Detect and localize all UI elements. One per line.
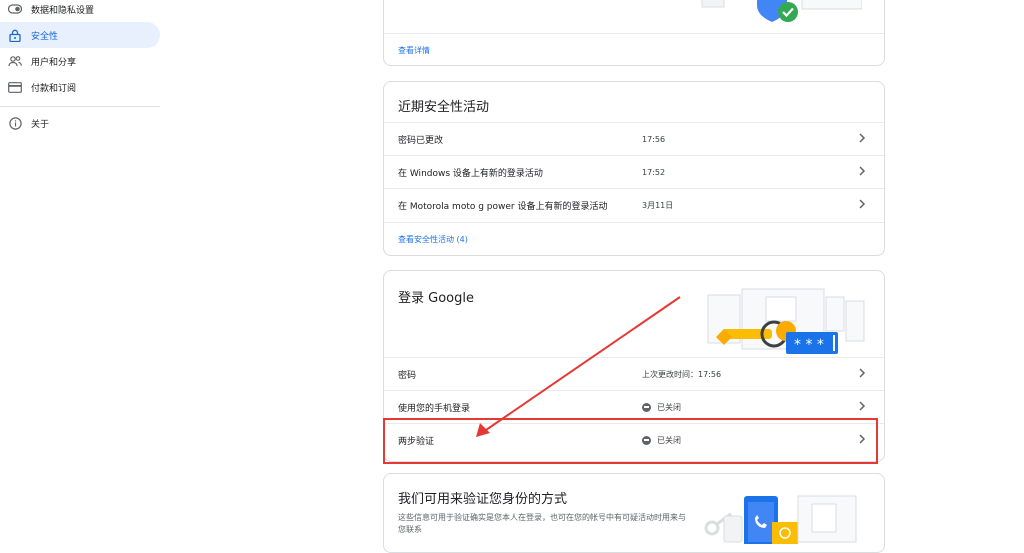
password-last-changed: 上次更改时间：17:56: [642, 369, 722, 379]
verify-illustration: [704, 495, 857, 544]
lock-icon: [8, 28, 22, 42]
card-title: 我们可用来验证您身份的方式: [398, 492, 568, 507]
chevron-right-icon: [858, 166, 866, 179]
sidebar-item-label: 付款和订阅: [31, 83, 77, 94]
view-details-link[interactable]: 查看详情: [398, 45, 430, 56]
two-step-verification-status: 已关闭: [642, 435, 681, 446]
chevron-right-icon: [858, 434, 866, 447]
credit-card-icon: [8, 80, 22, 94]
sidebar-item-people-sharing[interactable]: 用户和分享: [0, 48, 160, 74]
two-step-verification-row[interactable]: 两步验证 已关闭: [384, 423, 884, 456]
sidebar-item-data-privacy[interactable]: 数据和隐私设置: [0, 0, 160, 22]
password-row[interactable]: 密码 上次更改时间：17:56: [384, 357, 884, 390]
status-text: 已关闭: [657, 435, 681, 445]
sidebar-item-label: 数据和隐私设置: [31, 5, 95, 16]
toggle-icon: [8, 2, 22, 16]
card-title: 近期安全性活动: [398, 100, 490, 115]
off-status-icon: [642, 402, 651, 412]
verify-identity-card: 我们可用来验证您身份的方式 这些信息可用于验证确实是您本人在登录，也可在您的帐号…: [383, 473, 885, 553]
activity-time: 17:56: [642, 134, 666, 144]
sidebar-item-label: 用户和分享: [31, 57, 77, 68]
phone-signin-row[interactable]: 使用您的手机登录 已关闭: [384, 390, 884, 423]
activity-row[interactable]: 在 Windows 设备上有新的登录活动 17:52: [384, 155, 884, 188]
phone-signin-label: 使用您的手机登录: [398, 403, 471, 414]
signin-illustration: * * *: [707, 288, 865, 354]
activity-time: 3月11日: [642, 200, 674, 210]
activity-label: 在 Windows 设备上有新的登录活动: [398, 168, 543, 179]
activity-time: 17:52: [642, 167, 666, 177]
sidebar-divider: [0, 106, 160, 107]
verify-description: 这些信息可用于验证确实是您本人在登录，也可在您的帐号中有可疑活动时用来与您联系: [398, 513, 686, 534]
activity-label: 在 Motorola moto g power 设备上有新的登录活动: [398, 201, 608, 212]
sidebar-item-label: 安全性: [31, 31, 59, 42]
card-title: 登录 Google: [398, 291, 474, 306]
signin-google-card: 登录 Google * * * 密码 上次更改时间：17:56 使用您的手机登录…: [383, 270, 885, 462]
activity-label: 密码已更改: [398, 135, 444, 146]
sidebar-item-about[interactable]: 关于: [0, 110, 160, 136]
chevron-right-icon: [858, 368, 866, 381]
security-checkup-card: 查看详情: [383, 0, 885, 66]
two-step-verification-label: 两步验证: [398, 436, 435, 447]
password-label: 密码: [398, 370, 417, 381]
chevron-right-icon: [858, 133, 866, 146]
card-divider: [384, 33, 884, 34]
status-text: 已关闭: [657, 402, 681, 412]
security-illustration: [701, 0, 862, 22]
sidebar-item-label: 关于: [31, 119, 50, 130]
activity-row[interactable]: 在 Motorola moto g power 设备上有新的登录活动 3月11日: [384, 188, 884, 221]
sidebar-item-security[interactable]: 安全性: [0, 22, 160, 48]
off-status-icon: [642, 435, 651, 445]
chevron-right-icon: [858, 199, 866, 212]
chevron-right-icon: [858, 401, 866, 414]
recent-activity-card: 近期安全性活动 密码已更改 17:56 在 Windows 设备上有新的登录活动…: [383, 81, 885, 256]
activity-row[interactable]: 密码已更改 17:56: [384, 122, 884, 155]
phone-signin-status: 已关闭: [642, 402, 681, 413]
people-icon: [8, 54, 22, 68]
card-divider: [384, 222, 884, 223]
info-icon: [8, 116, 22, 130]
svg-text:* * *: * * *: [794, 337, 824, 353]
sidebar: 数据和隐私设置 安全性 用户和分享 付款和订阅 关于: [0, 0, 160, 542]
view-security-activity-link[interactable]: 查看安全性活动 (4): [398, 234, 468, 245]
sidebar-item-payments[interactable]: 付款和订阅: [0, 74, 160, 100]
